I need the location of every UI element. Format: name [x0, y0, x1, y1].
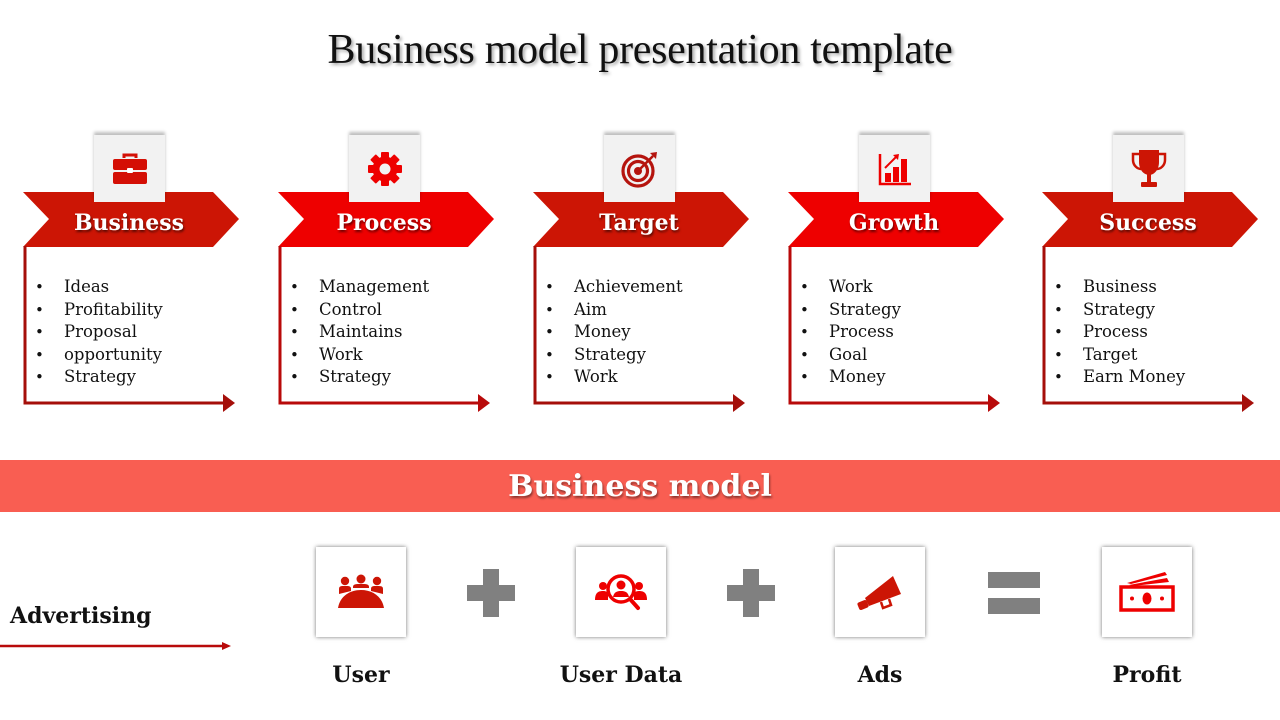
list-item: Strategy — [35, 366, 163, 389]
list-item: Strategy — [545, 344, 683, 367]
plus-icon — [467, 569, 515, 617]
trophy-icon — [1131, 149, 1166, 187]
step-growth: Growth Work Strategy Process Goal Money — [788, 130, 1028, 420]
tile-user — [316, 547, 406, 637]
user-search-icon — [595, 574, 647, 610]
list-item: Maintains — [290, 321, 429, 344]
step-target: Target Achievement Aim Money Strategy Wo… — [533, 130, 773, 420]
cash-icon — [1119, 572, 1175, 612]
list-item: Target — [1054, 344, 1185, 367]
tile-user-data — [576, 547, 666, 637]
list-item: Proposal — [35, 321, 163, 344]
list-item: Earn Money — [1054, 366, 1185, 389]
tile-ads — [835, 547, 925, 637]
list-item: Work — [290, 344, 429, 367]
term-label: User Data — [559, 662, 683, 688]
target-icon — [620, 151, 657, 188]
advertising-arrow — [0, 642, 231, 650]
list-item: Money — [545, 321, 683, 344]
list-item: Goal — [800, 344, 901, 367]
bullet-list: Management Control Maintains Work Strate… — [290, 276, 429, 389]
list-item: Profitability — [35, 299, 163, 322]
list-item: Management — [290, 276, 429, 299]
list-item: Business — [1054, 276, 1185, 299]
list-item: Aim — [545, 299, 683, 322]
briefcase-icon — [112, 153, 147, 184]
term-label: Profit — [1112, 662, 1182, 688]
list-item: Process — [1054, 321, 1185, 344]
list-item: opportunity — [35, 344, 163, 367]
icon-box — [1113, 135, 1184, 202]
advertising-label: Advertising — [10, 603, 152, 629]
list-item: Strategy — [800, 299, 901, 322]
bullet-list: Achievement Aim Money Strategy Work — [545, 276, 683, 389]
icon-box — [604, 135, 675, 202]
equals-icon — [988, 572, 1040, 614]
step-success: Success Business Strategy Process Target… — [1042, 130, 1280, 420]
icon-box — [349, 135, 420, 202]
megaphone-icon — [857, 576, 901, 610]
step-business: Business Ideas Profitability Proposal op… — [23, 130, 263, 420]
growth-chart-icon — [878, 153, 911, 185]
bullet-list: Business Strategy Process Target Earn Mo… — [1054, 276, 1185, 389]
list-item: Ideas — [35, 276, 163, 299]
meeting-group-icon — [338, 574, 384, 608]
list-item: Achievement — [545, 276, 683, 299]
list-item: Control — [290, 299, 429, 322]
gear-icon — [367, 151, 402, 186]
slide-title: Business model presentation template — [327, 27, 953, 73]
list-item: Process — [800, 321, 901, 344]
bullet-list: Ideas Profitability Proposal opportunity… — [35, 276, 163, 389]
list-item: Strategy — [290, 366, 429, 389]
tile-profit — [1102, 547, 1192, 637]
list-item: Money — [800, 366, 901, 389]
list-item: Strategy — [1054, 299, 1185, 322]
plus-icon — [727, 569, 775, 617]
list-item: Work — [800, 276, 901, 299]
bullet-list: Work Strategy Process Goal Money — [800, 276, 901, 389]
section-banner: Business model — [0, 460, 1280, 512]
list-item: Work — [545, 366, 683, 389]
step-process: Process Management Control Maintains Wor… — [278, 130, 518, 420]
icon-box — [859, 135, 930, 202]
icon-box — [94, 135, 165, 202]
term-label: User — [332, 662, 390, 688]
term-label: Ads — [857, 662, 903, 688]
